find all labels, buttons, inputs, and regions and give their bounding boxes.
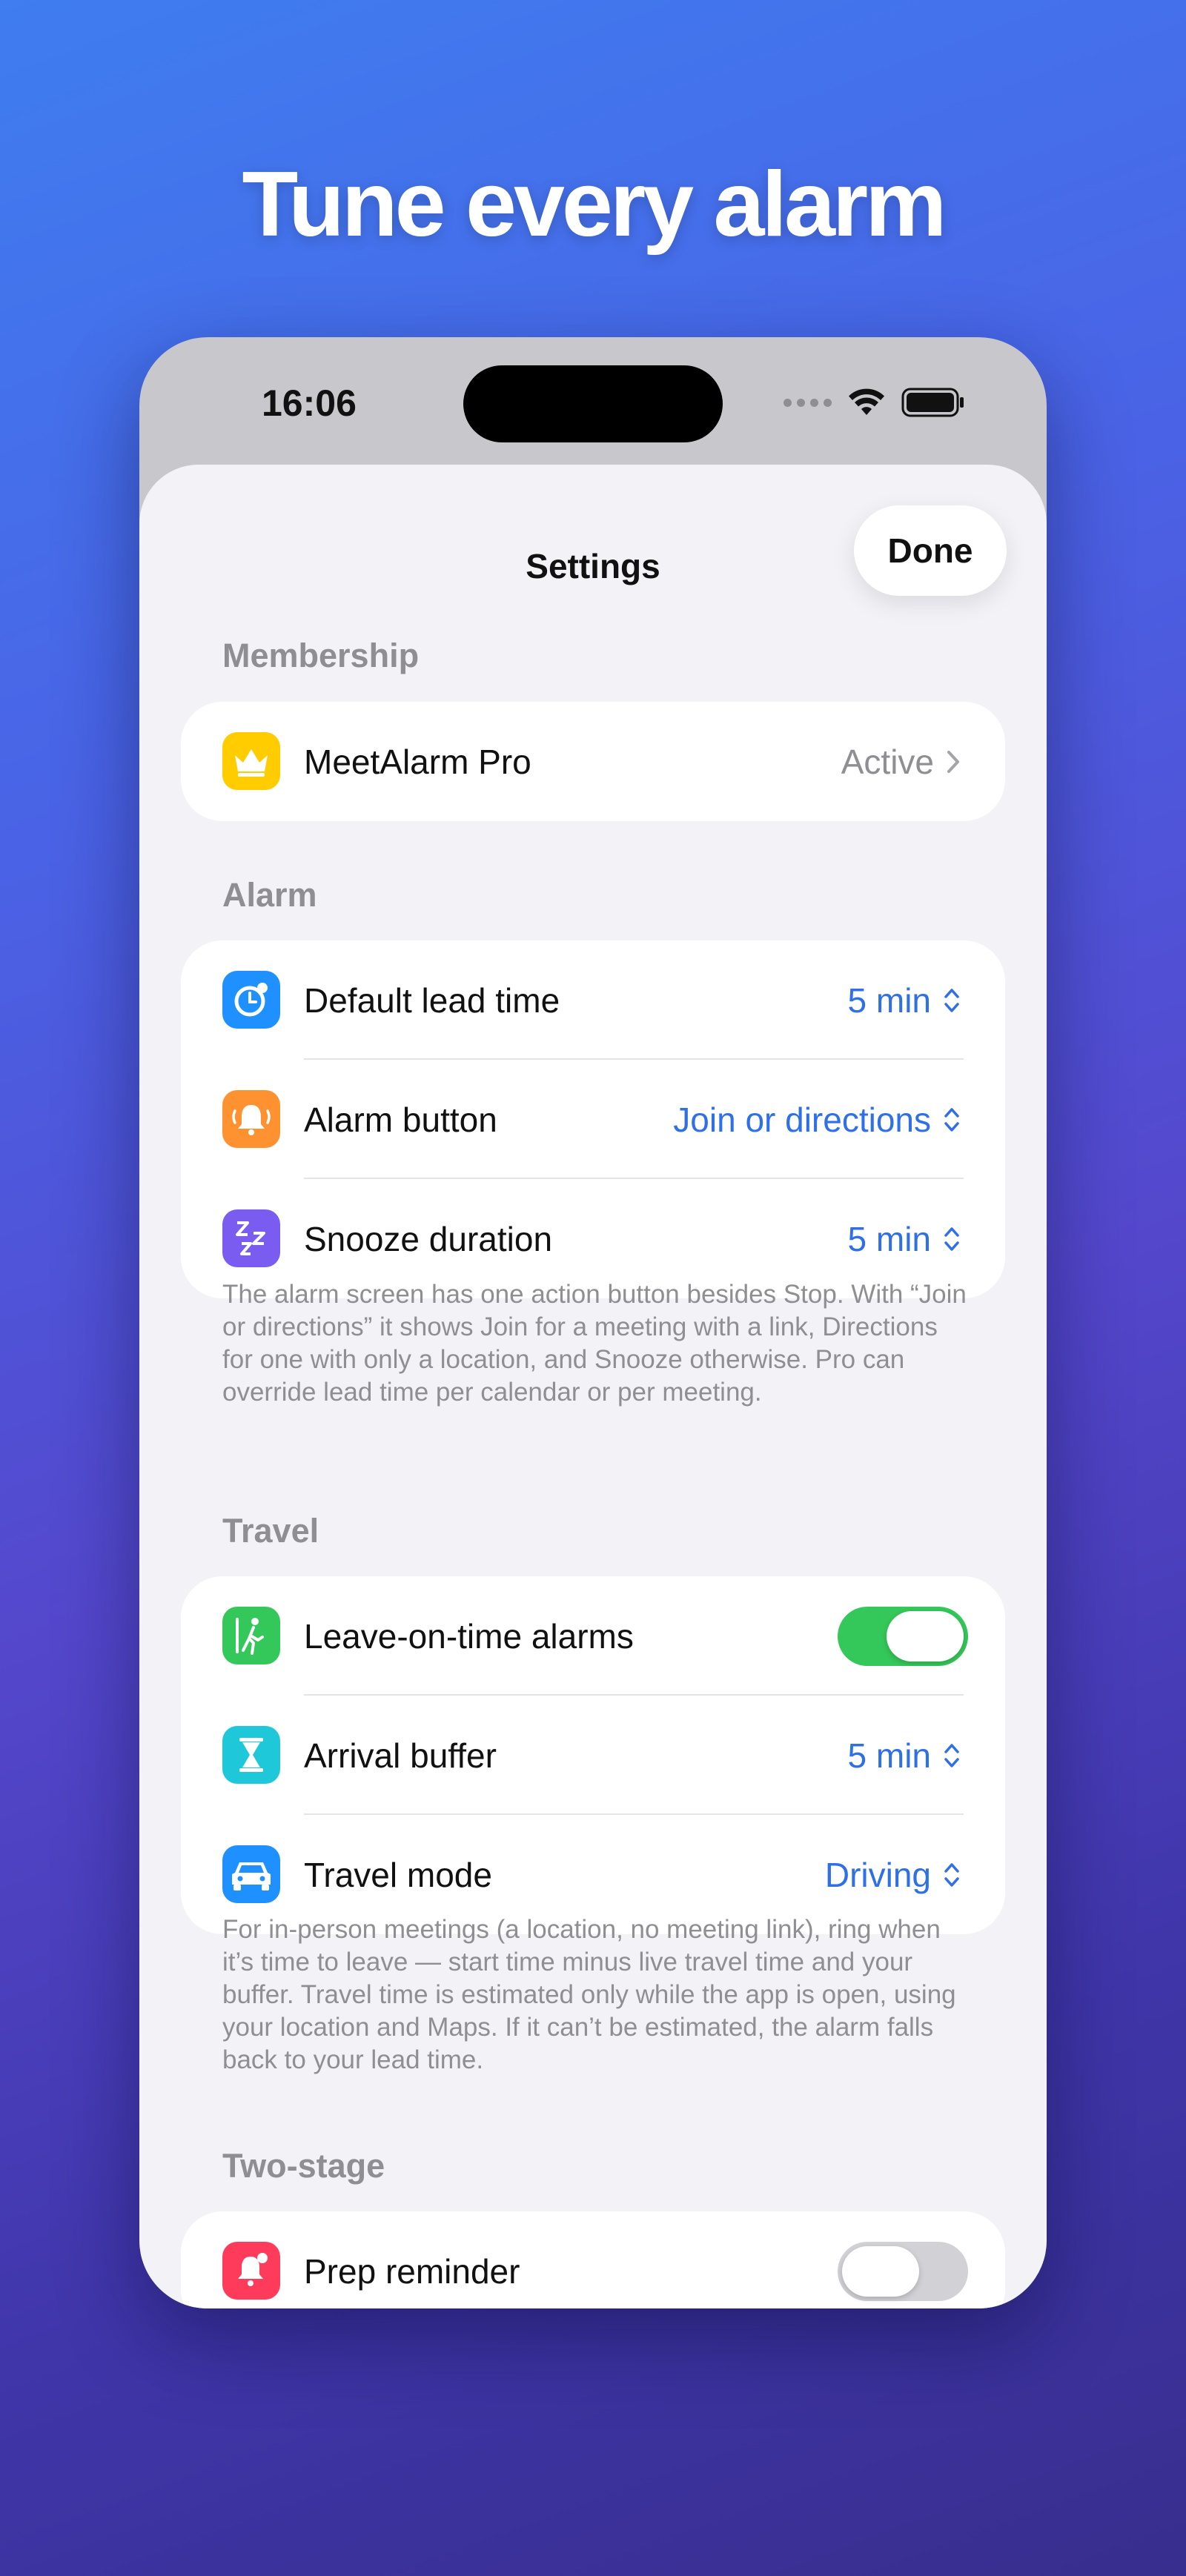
toggle-knob <box>842 2246 919 2297</box>
section-header-membership: Membership <box>222 637 420 674</box>
chevron-up-down-icon <box>944 1743 959 1767</box>
row-arrival-buffer[interactable]: Arrival buffer 5 min <box>181 1696 1005 1815</box>
bell-badge-icon <box>222 2242 280 2300</box>
walking-person-icon <box>222 1607 280 1664</box>
alarm-clock-icon <box>222 971 280 1029</box>
row-label: Alarm button <box>304 1100 497 1139</box>
section-header-travel: Travel <box>222 1512 319 1550</box>
chevron-up-down-icon <box>944 1862 959 1887</box>
chevron-up-down-icon <box>944 1107 959 1132</box>
row-label: Default lead time <box>304 980 560 1020</box>
row-label: Snooze duration <box>304 1219 553 1258</box>
section-header-alarm: Alarm <box>222 876 317 914</box>
bell-ringing-icon <box>222 1090 280 1148</box>
travel-footnote: For in-person meetings (a location, no m… <box>222 1915 956 2074</box>
cellular-signal-icon <box>784 398 832 407</box>
leave-on-time-toggle[interactable] <box>838 1607 968 1666</box>
row-label: Prep reminder <box>304 2251 520 2291</box>
membership-group: MeetAlarm Pro Active <box>181 702 1005 821</box>
zzz-icon <box>222 1209 280 1267</box>
status-time: 16:06 <box>262 382 357 424</box>
toggle-knob <box>887 1611 964 1662</box>
status-bar: 16:06 <box>139 337 1047 471</box>
wifi-icon <box>849 388 884 415</box>
status-icons <box>784 388 965 417</box>
two-stage-group: Prep reminder <box>181 2211 1005 2308</box>
row-leave-on-time-alarms: Leave-on-time alarms <box>181 1576 1005 1696</box>
row-label: Travel mode <box>304 1855 492 1894</box>
alarm-footnote: The alarm screen has one action button b… <box>222 1280 967 1407</box>
settings-sheet: Settings Done Membership MeetAlarm Pro A… <box>139 465 1047 2308</box>
row-value: 5 min <box>848 1219 961 1259</box>
battery-icon <box>901 388 964 417</box>
headline: Tune every alarm <box>242 153 947 256</box>
chevron-up-down-icon <box>944 988 959 1012</box>
row-value: Join or directions <box>673 1100 961 1140</box>
row-alarm-button[interactable]: Alarm button Join or directions <box>181 1060 1005 1179</box>
row-label: Leave-on-time alarms <box>304 1616 634 1656</box>
crown-icon <box>222 732 280 790</box>
car-icon <box>222 1845 280 1903</box>
travel-group: Leave-on-time alarms Arrival buffer 5 mi… <box>181 1576 1005 1934</box>
hourglass-icon <box>222 1726 280 1784</box>
section-header-two-stage: Two-stage <box>222 2147 385 2185</box>
row-label: Arrival buffer <box>304 1736 497 1775</box>
alarm-group: Default lead time 5 min Alarm button Joi… <box>181 940 1005 1298</box>
row-value: Driving <box>825 1855 961 1895</box>
row-prep-reminder: Prep reminder <box>181 2211 1005 2308</box>
row-default-lead-time[interactable]: Default lead time 5 min <box>181 940 1005 1060</box>
row-value: 5 min <box>848 1736 961 1776</box>
chevron-right-icon <box>947 750 959 773</box>
row-value: Active <box>841 742 961 782</box>
row-value: 5 min <box>848 980 961 1020</box>
row-meetalarm-pro[interactable]: MeetAlarm Pro Active <box>181 702 1005 821</box>
chevron-up-down-icon <box>944 1226 959 1251</box>
prep-reminder-toggle[interactable] <box>838 2242 968 2301</box>
done-button[interactable]: Done <box>854 505 1007 596</box>
row-label: MeetAlarm Pro <box>304 742 531 781</box>
dynamic-island <box>463 365 723 442</box>
phone-screen: 16:06 Settings Done Membership MeetAlarm… <box>139 337 1047 2308</box>
